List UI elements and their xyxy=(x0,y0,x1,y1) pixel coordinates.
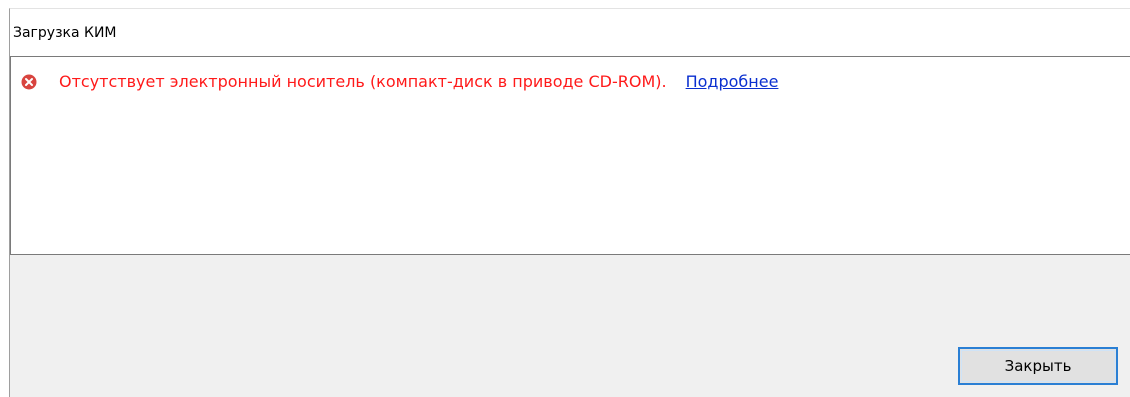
close-button[interactable]: Закрыть xyxy=(958,347,1118,385)
title-bar[interactable]: Загрузка КИМ xyxy=(10,9,1130,57)
message-panel: Отсутствует электронный носитель (компак… xyxy=(10,56,1130,255)
details-link[interactable]: Подробнее xyxy=(686,72,779,92)
dialog-window: Загрузка КИМ Отсутствует электронный нос… xyxy=(9,8,1130,397)
error-icon xyxy=(21,74,37,90)
error-message-text: Отсутствует электронный носитель (компак… xyxy=(59,72,667,91)
window-title: Загрузка КИМ xyxy=(13,25,117,41)
button-bar: Закрыть xyxy=(10,255,1130,397)
close-button-label: Закрыть xyxy=(1004,357,1072,375)
error-message-row: Отсутствует электронный носитель (компак… xyxy=(21,72,778,92)
